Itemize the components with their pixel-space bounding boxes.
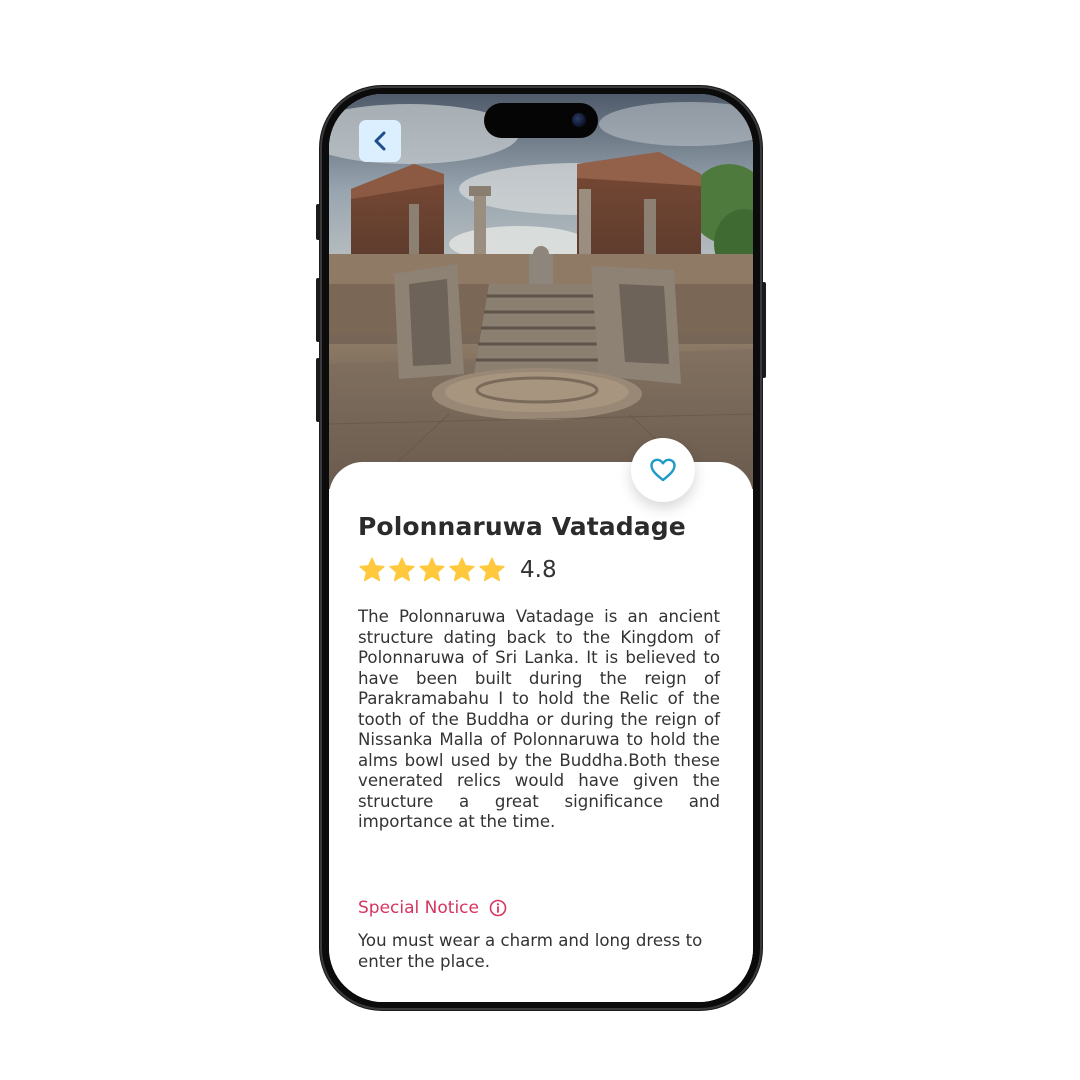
back-button[interactable] — [359, 120, 401, 162]
star-filled-icon — [359, 557, 385, 582]
action-button — [316, 204, 320, 240]
volume-down-button — [316, 358, 320, 422]
place-title: Polonnaruwa Vatadage — [358, 512, 686, 541]
star-filled-icon — [419, 557, 445, 582]
star-filled-icon — [389, 557, 415, 582]
special-notice-label: Special Notice — [358, 898, 479, 918]
place-description: The Polonnaruwa Vatadage is an ancient s… — [358, 607, 720, 831]
volume-up-button — [316, 278, 320, 342]
info-circle-icon[interactable] — [489, 899, 507, 917]
front-camera — [572, 113, 586, 127]
rating-stars — [358, 556, 508, 584]
special-notice-text: You must wear a charm and long dress to … — [358, 931, 703, 971]
rating-value: 4.8 — [520, 557, 557, 583]
chevron-left-icon — [374, 131, 386, 151]
favorite-button[interactable] — [631, 438, 695, 502]
star-filled-icon — [449, 557, 475, 582]
heart-outline-icon — [650, 458, 676, 482]
star-filled-icon — [479, 557, 505, 582]
power-button — [762, 282, 766, 378]
phone-frame: Polonnaruwa Vatadage 4.8 The Polonnaruwa… — [316, 86, 766, 1010]
app-screen: Polonnaruwa Vatadage 4.8 The Polonnaruwa… — [329, 94, 753, 1002]
rating-row: 4.8 — [358, 556, 557, 584]
dynamic-island — [484, 103, 598, 138]
special-notice-header: Special Notice — [358, 898, 507, 918]
